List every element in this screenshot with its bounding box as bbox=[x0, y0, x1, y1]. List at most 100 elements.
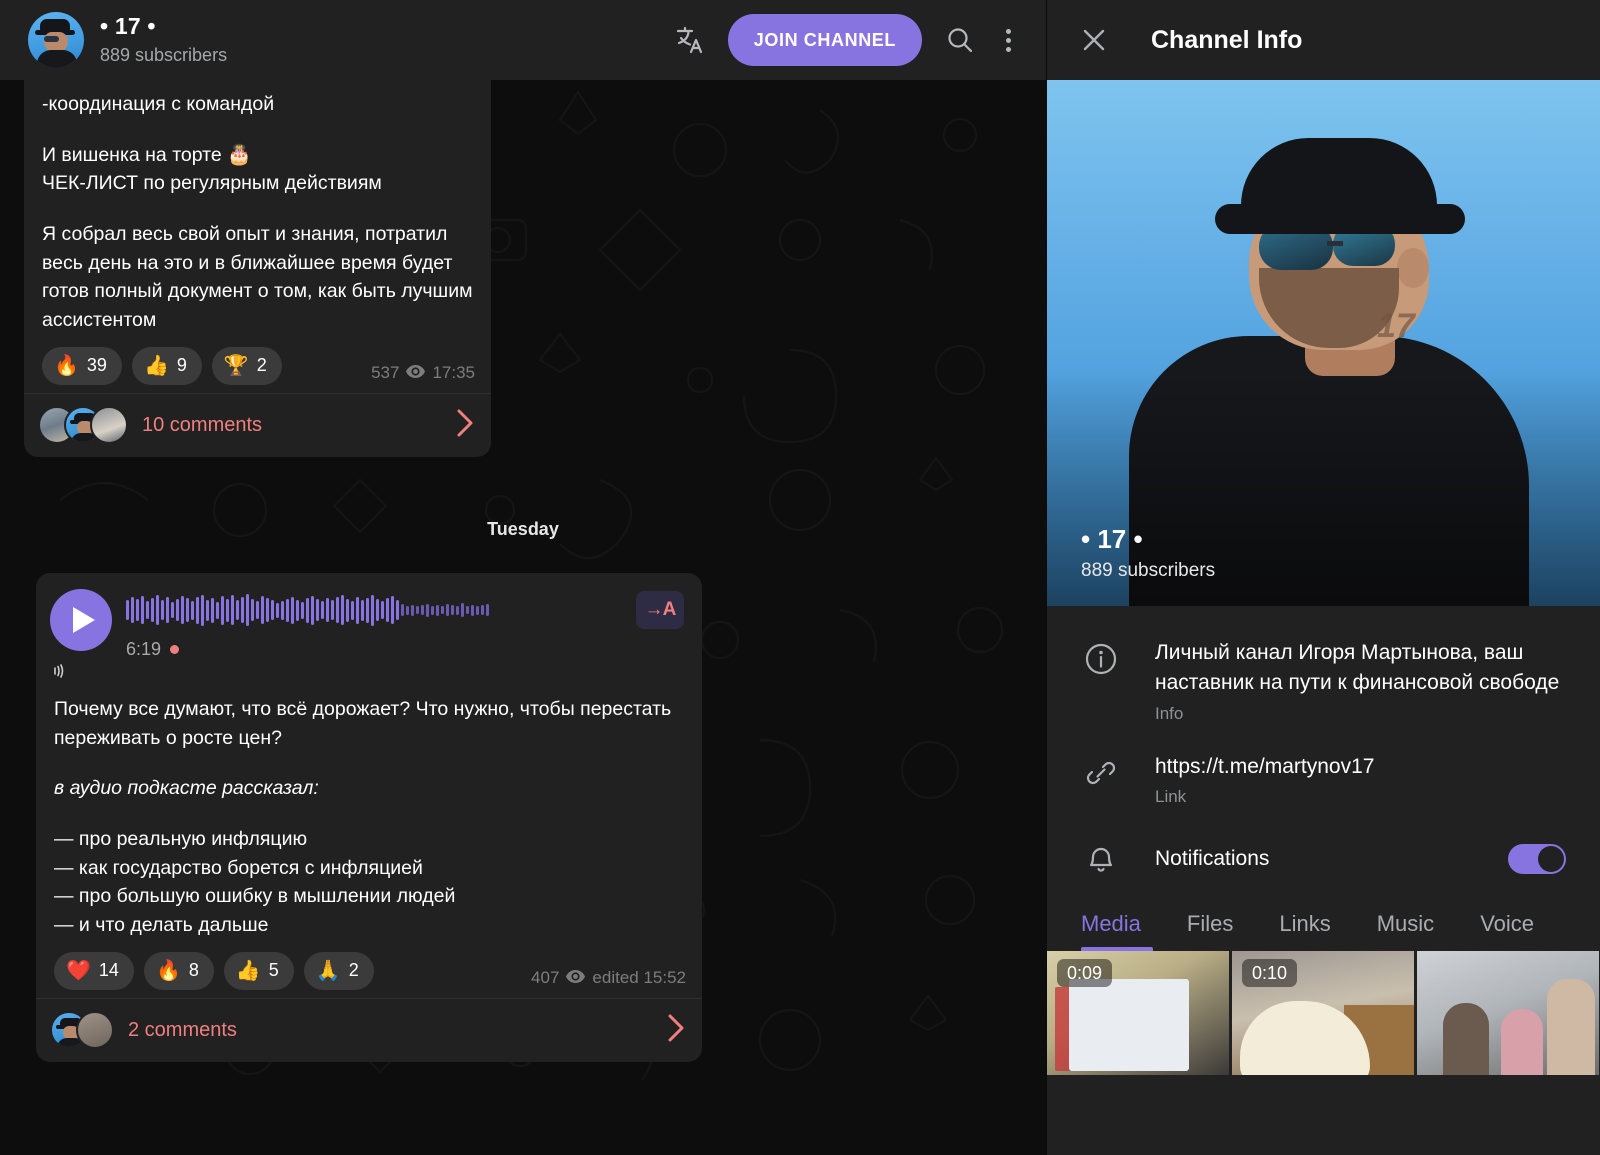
audio-duration: 6:19 bbox=[126, 639, 162, 659]
media-tabs[interactable]: Media Files Links Music Voice bbox=[1047, 891, 1600, 952]
voice-message-player[interactable]: →A 6:19 bbox=[36, 573, 702, 660]
commenter-avatars bbox=[50, 1011, 114, 1050]
comments-label: 10 comments bbox=[142, 413, 263, 436]
comments-bar[interactable]: 10 comments bbox=[24, 392, 491, 457]
info-panel-title: Channel Info bbox=[1151, 25, 1303, 54]
commenter-avatars bbox=[38, 406, 128, 445]
thumbsup-emoji-icon: 👍 bbox=[143, 354, 169, 377]
text-gap bbox=[54, 752, 684, 774]
info-link-content: https://t.me/martynov17 Link bbox=[1155, 752, 1566, 808]
waveform-row[interactable]: →A bbox=[126, 591, 684, 629]
message-meta: 407 edited 15:52 bbox=[531, 968, 686, 988]
play-button[interactable] bbox=[50, 589, 112, 651]
bell-icon bbox=[1081, 841, 1121, 877]
avatar bbox=[90, 406, 128, 445]
date-divider-label: Tuesday bbox=[487, 519, 559, 539]
tab-voice[interactable]: Voice bbox=[1480, 899, 1534, 951]
message-meta: 537 17:35 bbox=[371, 363, 475, 383]
media-thumbnail[interactable] bbox=[1417, 951, 1599, 1076]
thumbsup-emoji-icon: 👍 bbox=[235, 959, 261, 982]
media-grid[interactable]: 0:09 0:10 bbox=[1047, 951, 1600, 1076]
info-icon bbox=[1081, 638, 1121, 676]
comments-label: 2 comments bbox=[128, 1018, 237, 1041]
reaction-pill[interactable]: ❤️ 14 bbox=[54, 951, 134, 990]
eye-icon bbox=[406, 363, 426, 383]
join-channel-button[interactable]: JOIN CHANNEL bbox=[727, 14, 922, 66]
audio-time-row: 6:19 bbox=[126, 639, 684, 660]
text-gap bbox=[42, 198, 473, 220]
media-thumbnail[interactable]: 0:09 bbox=[1047, 951, 1229, 1076]
media-duration-badge: 0:10 bbox=[1242, 959, 1298, 988]
channel-profile-photo[interactable]: 17 • 17 • 889 subscribers bbox=[1047, 80, 1600, 606]
channel-info-panel: Channel Info 17 • 17 • 889 subscribers bbox=[1046, 0, 1600, 1155]
message-heading-text: Почему все думают, что всё дорожает? Что… bbox=[54, 698, 677, 749]
profile-name-block: • 17 • 889 subscribers bbox=[1081, 523, 1215, 583]
info-panel-header: Channel Info bbox=[1047, 0, 1600, 80]
channel-subscribers: 889 subscribers bbox=[100, 44, 228, 65]
comments-bar[interactable]: 2 comments bbox=[36, 997, 702, 1062]
audio-details: →A 6:19 bbox=[126, 589, 684, 660]
info-row-notifications[interactable]: Notifications bbox=[1047, 821, 1600, 891]
reaction-pill[interactable]: 🔥 39 bbox=[42, 346, 122, 385]
tab-media[interactable]: Media bbox=[1081, 899, 1141, 951]
search-icon[interactable] bbox=[936, 16, 984, 64]
reaction-count: 9 bbox=[176, 355, 187, 376]
message-content: -координация с командой И вишенка на тор… bbox=[24, 80, 491, 393]
notifications-label: Notifications bbox=[1155, 847, 1270, 871]
channel-avatar[interactable] bbox=[28, 12, 84, 68]
reaction-pill[interactable]: 🏆 2 bbox=[211, 346, 282, 385]
text-gap bbox=[54, 803, 684, 825]
tab-files[interactable]: Files bbox=[1187, 899, 1233, 951]
info-link-value[interactable]: https://t.me/martynov17 bbox=[1155, 752, 1566, 782]
channel-title: • 17 • bbox=[100, 13, 156, 40]
unread-dot-icon bbox=[170, 645, 180, 654]
translate-icon[interactable] bbox=[666, 16, 714, 64]
fire-emoji-icon: 🔥 bbox=[155, 959, 181, 982]
message-time: edited 15:52 bbox=[592, 967, 686, 987]
tab-links[interactable]: Links bbox=[1279, 899, 1330, 951]
message-text-part3: Я собрал весь свой опыт и знания, потрат… bbox=[42, 222, 478, 331]
message-bullet-list: — про реальную инфляцию — как государств… bbox=[54, 827, 456, 936]
transcribe-button[interactable]: →A bbox=[636, 591, 684, 629]
info-rows: Личный канал Игоря Мартынова, ваш настав… bbox=[1047, 606, 1600, 891]
date-divider: Tuesday bbox=[0, 515, 1046, 544]
profile-name: • 17 • bbox=[1081, 523, 1143, 554]
reaction-count: 2 bbox=[256, 355, 267, 376]
notifications-toggle[interactable] bbox=[1508, 844, 1566, 875]
reaction-pill[interactable]: 👍 9 bbox=[131, 346, 202, 385]
reaction-pill[interactable]: 🙏 2 bbox=[303, 951, 374, 990]
message-time: 17:35 bbox=[432, 362, 475, 382]
message-italic-text: в аудио подкасте рассказал: bbox=[54, 777, 319, 800]
pray-emoji-icon: 🙏 bbox=[315, 959, 341, 982]
message-list[interactable]: -координация с командой И вишенка на тор… bbox=[0, 80, 1046, 1155]
reaction-count: 5 bbox=[268, 960, 279, 981]
chat-header: • 17 • 889 subscribers JOIN CHANNEL bbox=[0, 0, 1046, 80]
info-row-link[interactable]: https://t.me/martynov17 Link bbox=[1047, 738, 1600, 822]
reaction-pill[interactable]: 🔥 8 bbox=[143, 951, 214, 990]
telegram-window: -координация с командой И вишенка на тор… bbox=[0, 0, 1600, 1155]
chevron-right-icon[interactable] bbox=[666, 1013, 686, 1048]
audio-waveform[interactable] bbox=[126, 593, 628, 627]
kebab-menu-icon[interactable] bbox=[984, 16, 1032, 64]
view-count: 407 bbox=[531, 967, 560, 987]
reaction-count: 39 bbox=[86, 355, 107, 376]
link-icon bbox=[1081, 752, 1121, 790]
reaction-count: 14 bbox=[98, 960, 119, 981]
speaker-icon bbox=[36, 660, 702, 685]
message-bubble[interactable]: →A 6:19 Почему все думают, что всё дорож… bbox=[36, 573, 702, 1062]
tab-music[interactable]: Music bbox=[1377, 899, 1434, 951]
info-link-caption: Link bbox=[1155, 787, 1187, 807]
reaction-count: 8 bbox=[188, 960, 199, 981]
message-bubble[interactable]: -координация с командой И вишенка на тор… bbox=[24, 80, 491, 457]
reaction-count: 2 bbox=[348, 960, 359, 981]
fire-emoji-icon: 🔥 bbox=[54, 354, 79, 377]
channel-title-block[interactable]: • 17 • 889 subscribers bbox=[100, 13, 227, 67]
media-thumbnail[interactable]: 0:10 bbox=[1232, 951, 1414, 1076]
chevron-right-icon[interactable] bbox=[455, 408, 475, 443]
reaction-pill[interactable]: 👍 5 bbox=[223, 951, 294, 990]
profile-subscribers: 889 subscribers bbox=[1081, 560, 1216, 581]
close-icon[interactable] bbox=[1077, 23, 1111, 57]
info-row-about[interactable]: Личный канал Игоря Мартынова, ваш настав… bbox=[1047, 624, 1600, 738]
info-about-content: Личный канал Игоря Мартынова, ваш настав… bbox=[1155, 638, 1566, 724]
trophy-emoji-icon: 🏆 bbox=[223, 354, 249, 377]
